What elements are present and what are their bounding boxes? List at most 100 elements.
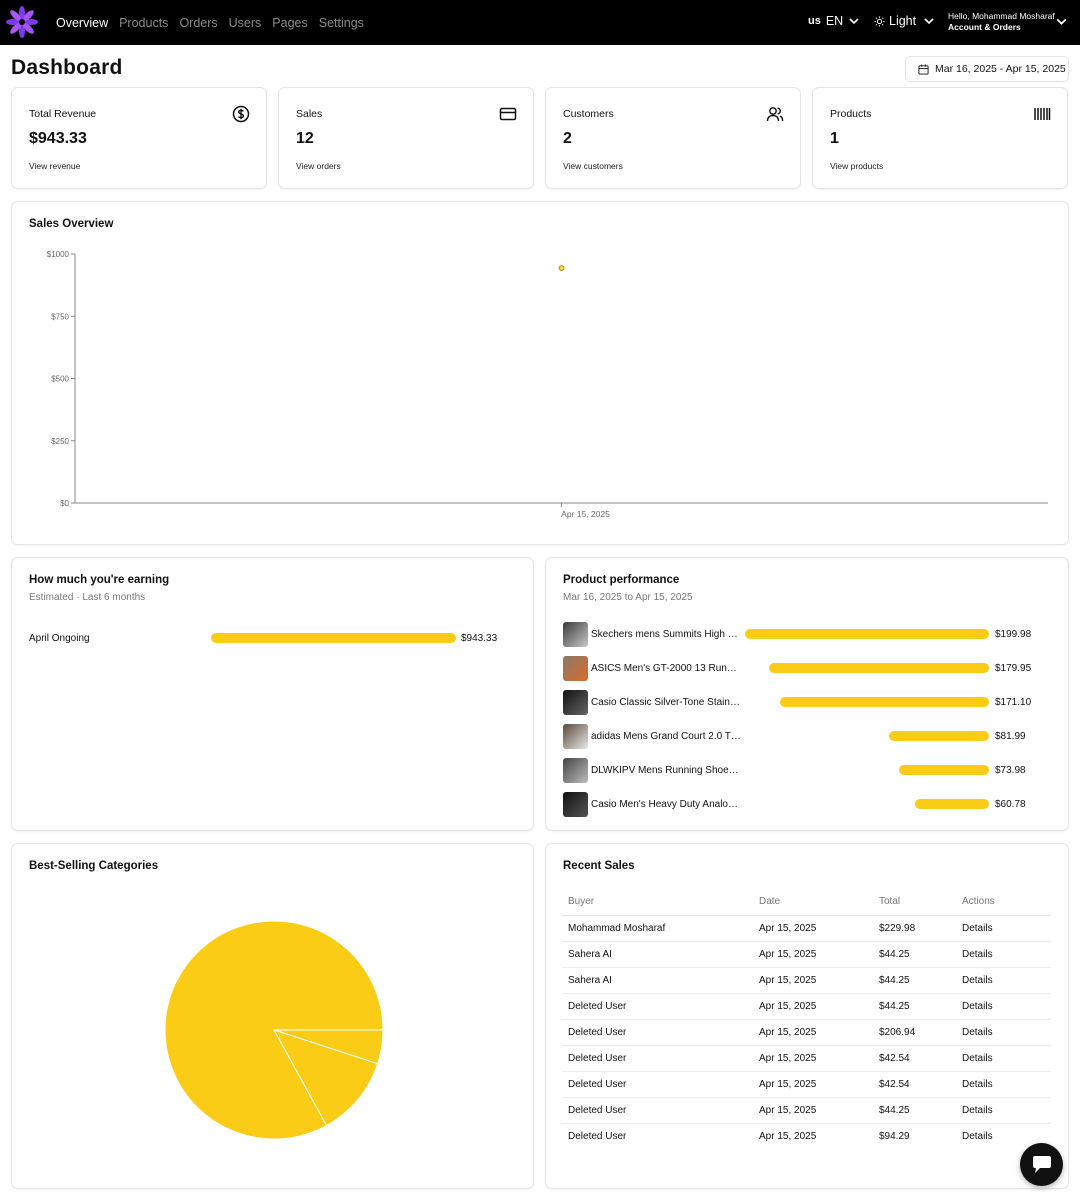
- product-performance-card: Product performance Mar 16, 2025 to Apr …: [545, 557, 1069, 831]
- buyer-cell: Deleted User: [562, 1071, 753, 1098]
- stat-card-sales: Sales 12 View orders: [278, 87, 534, 189]
- y-tick-label: $1000: [47, 250, 70, 259]
- nav-link-orders[interactable]: Orders: [179, 16, 217, 30]
- column-header-buyer: Buyer: [562, 889, 753, 916]
- product-name: DLWKIPV Mens Running Shoe…: [591, 765, 739, 776]
- product-thumbnail: [563, 792, 588, 817]
- details-link[interactable]: Details: [956, 1097, 1051, 1124]
- table-row: Sahera AI Apr 15, 2025 $44.25 Details: [562, 967, 1051, 994]
- categories-pie-chart: [164, 920, 384, 1140]
- earning-bar: [211, 633, 456, 643]
- details-link[interactable]: Details: [956, 993, 1051, 1020]
- details-link[interactable]: Details: [956, 915, 1051, 942]
- table-header-row: Buyer Date Total Actions: [562, 889, 1051, 916]
- stat-card-products: Products 1 View products: [812, 87, 1068, 189]
- chevron-down-icon: [849, 18, 859, 25]
- total-cell: $44.25: [873, 941, 956, 968]
- earning-title: How much you're earning: [29, 574, 170, 586]
- account-menu[interactable]: Hello, Mohammad Mosharaf Account & Order…: [948, 11, 1055, 33]
- product-name: Skechers mens Summits High …: [591, 629, 738, 640]
- column-header-actions: Actions: [956, 889, 1051, 916]
- dollar-circle-icon: [232, 105, 250, 123]
- chevron-down-icon: [924, 18, 934, 25]
- total-cell: $42.54: [873, 1071, 956, 1098]
- view-revenue-link[interactable]: View revenue: [29, 161, 80, 171]
- total-cell: $229.98: [873, 915, 956, 942]
- product-value: $81.99: [995, 731, 1026, 742]
- page-title: Dashboard: [11, 56, 123, 79]
- credit-card-icon: [499, 107, 517, 121]
- main-nav: Overview Products Orders Users Pages Set…: [56, 0, 364, 45]
- view-products-link[interactable]: View products: [830, 161, 883, 171]
- nav-link-users[interactable]: Users: [229, 16, 262, 30]
- product-thumbnail: [563, 622, 588, 647]
- stat-label: Total Revenue: [29, 108, 97, 120]
- barcode-icon: [1034, 108, 1051, 120]
- recent-sales-table: Buyer Date Total Actions Mohammad Moshar…: [562, 889, 1051, 1149]
- account-orders-label: Account & Orders: [948, 22, 1021, 32]
- view-orders-link[interactable]: View orders: [296, 161, 341, 171]
- product-value: $171.10: [995, 697, 1032, 708]
- total-cell: $206.94: [873, 1019, 956, 1046]
- earning-row-label: April Ongoing: [29, 633, 90, 644]
- calendar-icon: [918, 63, 929, 75]
- table-row: Deleted User Apr 15, 2025 $42.54 Details: [562, 1071, 1051, 1098]
- date-range-picker[interactable]: Mar 16, 2025 - Apr 15, 2025: [905, 56, 1069, 82]
- buyer-cell: Deleted User: [562, 1045, 753, 1072]
- date-cell: Apr 15, 2025: [753, 941, 873, 968]
- stat-value: 1: [830, 130, 839, 147]
- table-row: Deleted User Apr 15, 2025 $42.54 Details: [562, 1045, 1051, 1072]
- details-link[interactable]: Details: [956, 1071, 1051, 1098]
- product-bar: [780, 697, 989, 707]
- chevron-down-icon[interactable]: [1055, 15, 1068, 28]
- best-selling-categories-card: Best-Selling Categories: [11, 843, 534, 1189]
- product-bar: [898, 765, 989, 775]
- product-performance-subtitle: Mar 16, 2025 to Apr 15, 2025: [563, 592, 693, 603]
- nav-link-pages[interactable]: Pages: [272, 16, 307, 30]
- chat-button[interactable]: [1020, 1143, 1063, 1186]
- x-tick-label: Apr 15, 2025: [561, 509, 610, 519]
- buyer-cell: Mohammad Mosharaf: [562, 915, 753, 942]
- stat-value: $943.33: [29, 130, 87, 147]
- chat-bubble-icon: [1032, 1155, 1051, 1173]
- nav-link-settings[interactable]: Settings: [319, 16, 364, 30]
- buyer-cell: Deleted User: [568, 1130, 627, 1142]
- buyer-cell: Deleted User: [562, 1097, 753, 1124]
- sun-icon: [874, 15, 885, 27]
- theme-selector[interactable]: Light: [874, 14, 935, 28]
- date-cell: Apr 15, 2025: [759, 1130, 817, 1142]
- product-bar: [769, 663, 989, 673]
- product-value: $73.98: [995, 765, 1026, 776]
- details-link[interactable]: Details: [956, 941, 1051, 968]
- logo-icon[interactable]: [5, 6, 39, 38]
- table-row: Deleted User Apr 15, 2025 $44.25 Details: [562, 1097, 1051, 1124]
- recent-sales-title: Recent Sales: [563, 860, 635, 872]
- earning-subtitle: Estimated · Last 6 months: [29, 592, 146, 603]
- details-link[interactable]: Details: [956, 967, 1051, 994]
- y-tick-label: $500: [51, 375, 69, 384]
- total-cell: $42.54: [873, 1045, 956, 1072]
- view-customers-link[interactable]: View customers: [563, 161, 623, 171]
- date-cell: Apr 15, 2025: [753, 1097, 873, 1124]
- nav-link-products[interactable]: Products: [119, 16, 168, 30]
- nav-link-overview[interactable]: Overview: [56, 16, 108, 30]
- product-name: ASICS Men's GT-2000 13 Run…: [591, 663, 737, 674]
- product-name: adidas Mens Grand Court 2.0 T…: [591, 731, 741, 742]
- y-tick-label: $250: [51, 437, 69, 446]
- product-thumbnail: [563, 690, 588, 715]
- data-point[interactable]: [558, 265, 565, 272]
- buyer-cell: Deleted User: [562, 1019, 753, 1046]
- language-selector[interactable]: us EN: [808, 14, 860, 28]
- users-icon: [766, 107, 784, 122]
- date-cell: Apr 15, 2025: [753, 993, 873, 1020]
- stat-label: Products: [830, 108, 872, 120]
- product-bar: [914, 799, 989, 809]
- details-link[interactable]: Details: [956, 1019, 1051, 1046]
- product-name: Casio Men's Heavy Duty Analo…: [591, 799, 738, 810]
- top-navbar: Overview Products Orders Users Pages Set…: [0, 0, 1080, 45]
- details-link[interactable]: Details: [956, 1045, 1051, 1072]
- account-greeting: Hello, Mohammad Mosharaf: [948, 11, 1055, 21]
- buyer-cell: Sahera AI: [562, 967, 753, 994]
- earning-card: How much you're earning Estimated · Last…: [11, 557, 534, 831]
- total-cell: $94.29: [879, 1130, 910, 1142]
